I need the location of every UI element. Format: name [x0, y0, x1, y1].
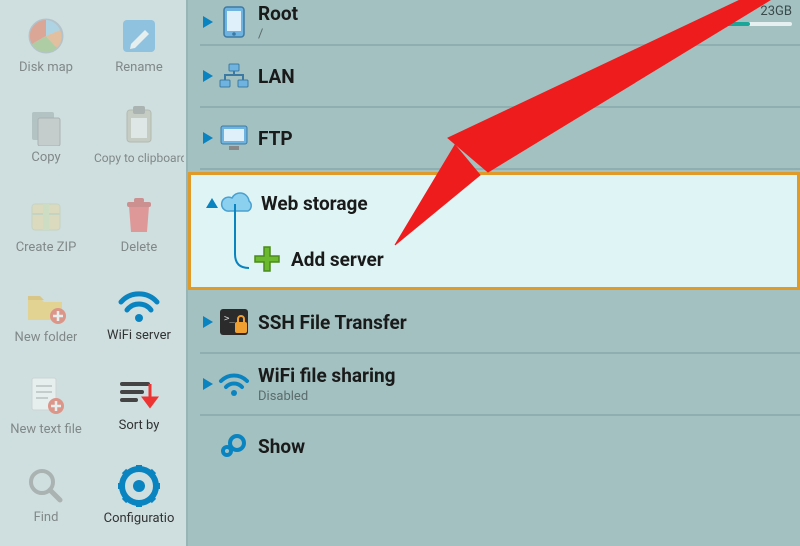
storage-size: 23GB	[760, 4, 792, 19]
expand-arrow-icon[interactable]	[202, 131, 216, 145]
sidebar-item-label: Find	[34, 510, 59, 525]
rename-icon	[119, 16, 159, 56]
sidebar-item-clipboard[interactable]: Copy to clipboard	[92, 90, 186, 180]
list-item-add-server[interactable]: Add server	[191, 231, 797, 287]
expand-arrow-icon[interactable]	[202, 69, 216, 83]
delete-icon	[119, 196, 159, 236]
item-title: LAN	[258, 65, 295, 88]
item-title: WiFi file sharing	[258, 364, 396, 387]
list-item-lan[interactable]: LAN	[188, 46, 800, 106]
show-icon	[216, 433, 252, 459]
sidebar-item-newtextfile[interactable]: New text file	[0, 360, 92, 450]
list-item-show[interactable]: Show	[188, 416, 800, 476]
divider	[200, 168, 800, 170]
sort-icon	[118, 378, 160, 414]
cloud-icon	[219, 191, 255, 215]
sidebar-item-diskmap[interactable]: Disk map	[0, 0, 92, 90]
item-title: FTP	[258, 127, 293, 150]
expand-arrow-icon[interactable]	[202, 315, 216, 329]
sidebar-item-newfolder[interactable]: New folder	[0, 270, 92, 360]
item-title: Add server	[291, 248, 384, 271]
clipboard-icon	[119, 104, 159, 148]
sidebar-item-label: Copy to clipboard	[94, 152, 184, 165]
svg-text:>_: >_	[224, 314, 235, 324]
item-title: Web storage	[261, 192, 368, 215]
expand-arrow-icon[interactable]	[202, 15, 216, 29]
list-item-ssh[interactable]: >_ SSH File Transfer	[188, 292, 800, 352]
sidebar-item-label: Disk map	[19, 60, 73, 75]
sidebar-item-rename[interactable]: Rename	[92, 0, 186, 90]
collapse-arrow-icon[interactable]	[205, 197, 219, 209]
highlighted-group: Web storage Add server	[188, 172, 800, 290]
sidebar-item-label: Configuratio	[104, 511, 175, 526]
sidebar-item-createzip[interactable]: Create ZIP	[0, 180, 92, 270]
sidebar-item-label: Copy	[31, 150, 60, 165]
search-icon	[26, 466, 66, 506]
list-item-ftp[interactable]: FTP	[188, 108, 800, 168]
sidebar-item-label: New folder	[15, 330, 78, 345]
phone-icon	[216, 6, 252, 38]
sidebar-item-wifiserver[interactable]: WiFi server	[92, 270, 186, 360]
tree-connector-icon	[227, 234, 249, 284]
sidebar-item-delete[interactable]: Delete	[92, 180, 186, 270]
sidebar-item-label: New text file	[10, 422, 82, 437]
sidebar: Disk map Rename Copy Copy to clipboard C…	[0, 0, 188, 546]
list-item-web-storage[interactable]: Web storage	[191, 175, 797, 231]
item-sub: Disabled	[258, 389, 396, 404]
sidebar-item-label: Create ZIP	[16, 240, 77, 255]
sidebar-item-label: Rename	[115, 60, 162, 75]
list-item-root[interactable]: Root / 23GB	[188, 0, 800, 44]
newtextfile-icon	[26, 374, 66, 418]
sidebar-item-label: Delete	[121, 240, 158, 255]
sidebar-item-label: Sort by	[119, 418, 160, 433]
wifi-icon	[216, 371, 252, 397]
wifi-icon	[117, 288, 161, 324]
list-item-wifi-share[interactable]: WiFi file sharing Disabled	[188, 354, 800, 414]
item-sub: /	[258, 27, 298, 42]
newfolder-icon	[24, 286, 68, 326]
lan-icon	[216, 63, 252, 89]
copy-icon	[26, 106, 66, 146]
item-title: Show	[258, 435, 305, 458]
diskmap-icon	[26, 16, 66, 56]
sidebar-item-configuration[interactable]: Configuratio	[92, 450, 186, 540]
sidebar-item-sortby[interactable]: Sort by	[92, 360, 186, 450]
main-panel: Root / 23GB LAN FTP Web storage	[188, 0, 800, 546]
storage-bar	[698, 22, 792, 26]
sidebar-item-copy[interactable]: Copy	[0, 90, 92, 180]
terminal-lock-icon: >_	[216, 308, 252, 336]
zip-icon	[26, 196, 66, 236]
plus-icon	[249, 245, 285, 273]
item-title: SSH File Transfer	[258, 311, 407, 334]
sidebar-item-label: WiFi server	[107, 328, 171, 343]
expand-arrow-icon[interactable]	[202, 377, 216, 391]
sidebar-item-find[interactable]: Find	[0, 450, 92, 540]
ftp-icon	[216, 124, 252, 152]
config-icon	[118, 465, 160, 507]
item-title: Root	[258, 2, 298, 25]
